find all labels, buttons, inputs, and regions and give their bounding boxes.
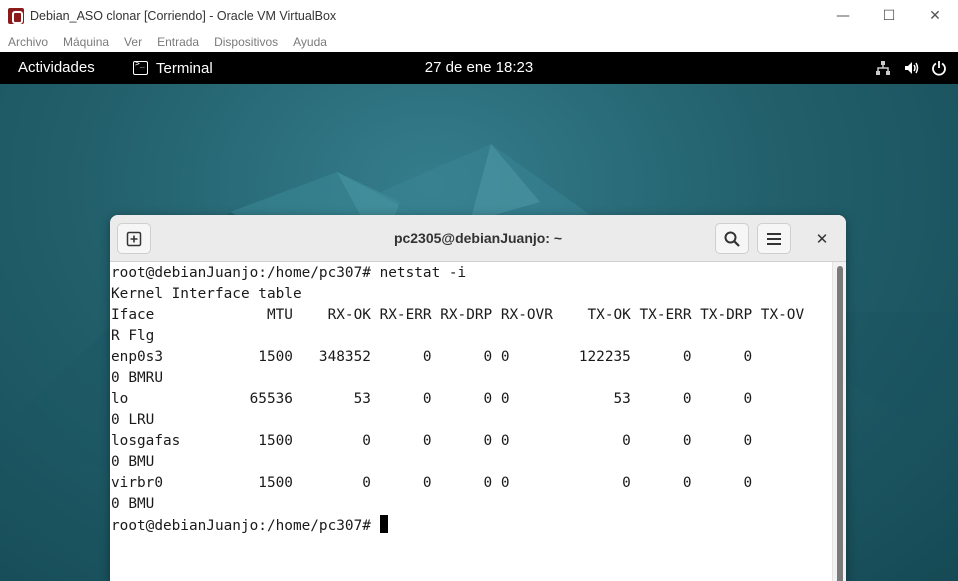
terminal-prompt-line[interactable]: root@debianJuanjo:/home/pc307#: [111, 515, 388, 536]
menu-ayuda[interactable]: Ayuda: [293, 35, 327, 49]
terminal-line: Kernel Interface table: [111, 286, 302, 302]
close-window-button[interactable]: ✕: [912, 0, 958, 31]
new-tab-icon: [126, 231, 142, 246]
hamburger-menu-button[interactable]: [757, 223, 791, 254]
terminal-prompt: root@debianJuanjo:/home/pc307#: [111, 518, 380, 534]
terminal-line: 0 LRU: [111, 412, 155, 428]
terminal-window[interactable]: pc2305@debianJuanjo: ~ ✕ root@debianJuan…: [110, 215, 846, 581]
terminal-line: enp0s3 1500 348352 0 0 0 122235 0 0: [111, 349, 753, 365]
terminal-line: 0 BMU: [111, 454, 155, 470]
volume-icon: [902, 59, 920, 77]
menu-ver[interactable]: Ver: [124, 35, 142, 49]
network-wired-icon: [874, 59, 892, 77]
search-icon: [724, 231, 740, 247]
text-cursor: [379, 515, 388, 533]
terminal-line: lo 65536 53 0 0 0 53 0 0: [111, 391, 753, 407]
terminal-line: Iface MTU RX-OK RX-ERR RX-DRP RX-OVR TX-…: [111, 307, 805, 323]
search-button[interactable]: [715, 223, 749, 254]
terminal-close-button[interactable]: ✕: [810, 227, 834, 251]
activities-button[interactable]: Actividades: [18, 52, 95, 84]
terminal-line: losgafas 1500 0 0 0 0 0 0 0: [111, 433, 753, 449]
virtualbox-app-icon: [8, 7, 24, 24]
minimize-button[interactable]: —: [820, 0, 866, 31]
gnome-top-panel: Actividades Terminal 27 de ene 18:23: [0, 52, 958, 84]
app-menu-label: Terminal: [156, 59, 213, 77]
guest-screen[interactable]: Actividades Terminal 27 de ene 18:23: [0, 52, 958, 581]
terminal-headerbar[interactable]: pc2305@debianJuanjo: ~ ✕: [110, 215, 846, 262]
maximize-button[interactable]: ☐: [866, 0, 912, 31]
scrollbar-thumb[interactable]: [837, 266, 843, 581]
terminal-scrollbar[interactable]: [832, 262, 846, 581]
app-menu-terminal[interactable]: Terminal: [133, 52, 213, 84]
terminal-output[interactable]: root@debianJuanjo:/home/pc307# netstat -…: [110, 262, 832, 581]
menu-entrada[interactable]: Entrada: [157, 35, 199, 49]
hamburger-menu-icon: [767, 232, 781, 245]
terminal-icon: [133, 59, 148, 75]
menu-dispositivos[interactable]: Dispositivos: [214, 35, 278, 49]
window-controls: — ☐ ✕: [820, 0, 958, 31]
menu-archivo[interactable]: Archivo: [8, 35, 48, 49]
terminal-line: root@debianJuanjo:/home/pc307# netstat -…: [111, 265, 467, 281]
menu-maquina[interactable]: Máquina: [63, 35, 109, 49]
window-title: Debian_ASO clonar [Corriendo] - Oracle V…: [30, 8, 337, 23]
system-status-area[interactable]: [864, 52, 948, 84]
terminal-line: R Flg: [111, 328, 155, 344]
vbox-titlebar: Debian_ASO clonar [Corriendo] - Oracle V…: [0, 0, 958, 31]
terminal-line: virbr0 1500 0 0 0 0 0 0 0: [111, 475, 753, 491]
vbox-menubar: Archivo Máquina Ver Entrada Dispositivos…: [0, 31, 958, 52]
new-tab-button[interactable]: [117, 223, 151, 254]
terminal-line: 0 BMRU: [111, 370, 163, 386]
terminal-line: 0 BMU: [111, 496, 155, 512]
power-icon: [930, 59, 948, 77]
clock-label[interactable]: 27 de ene 18:23: [425, 59, 533, 76]
